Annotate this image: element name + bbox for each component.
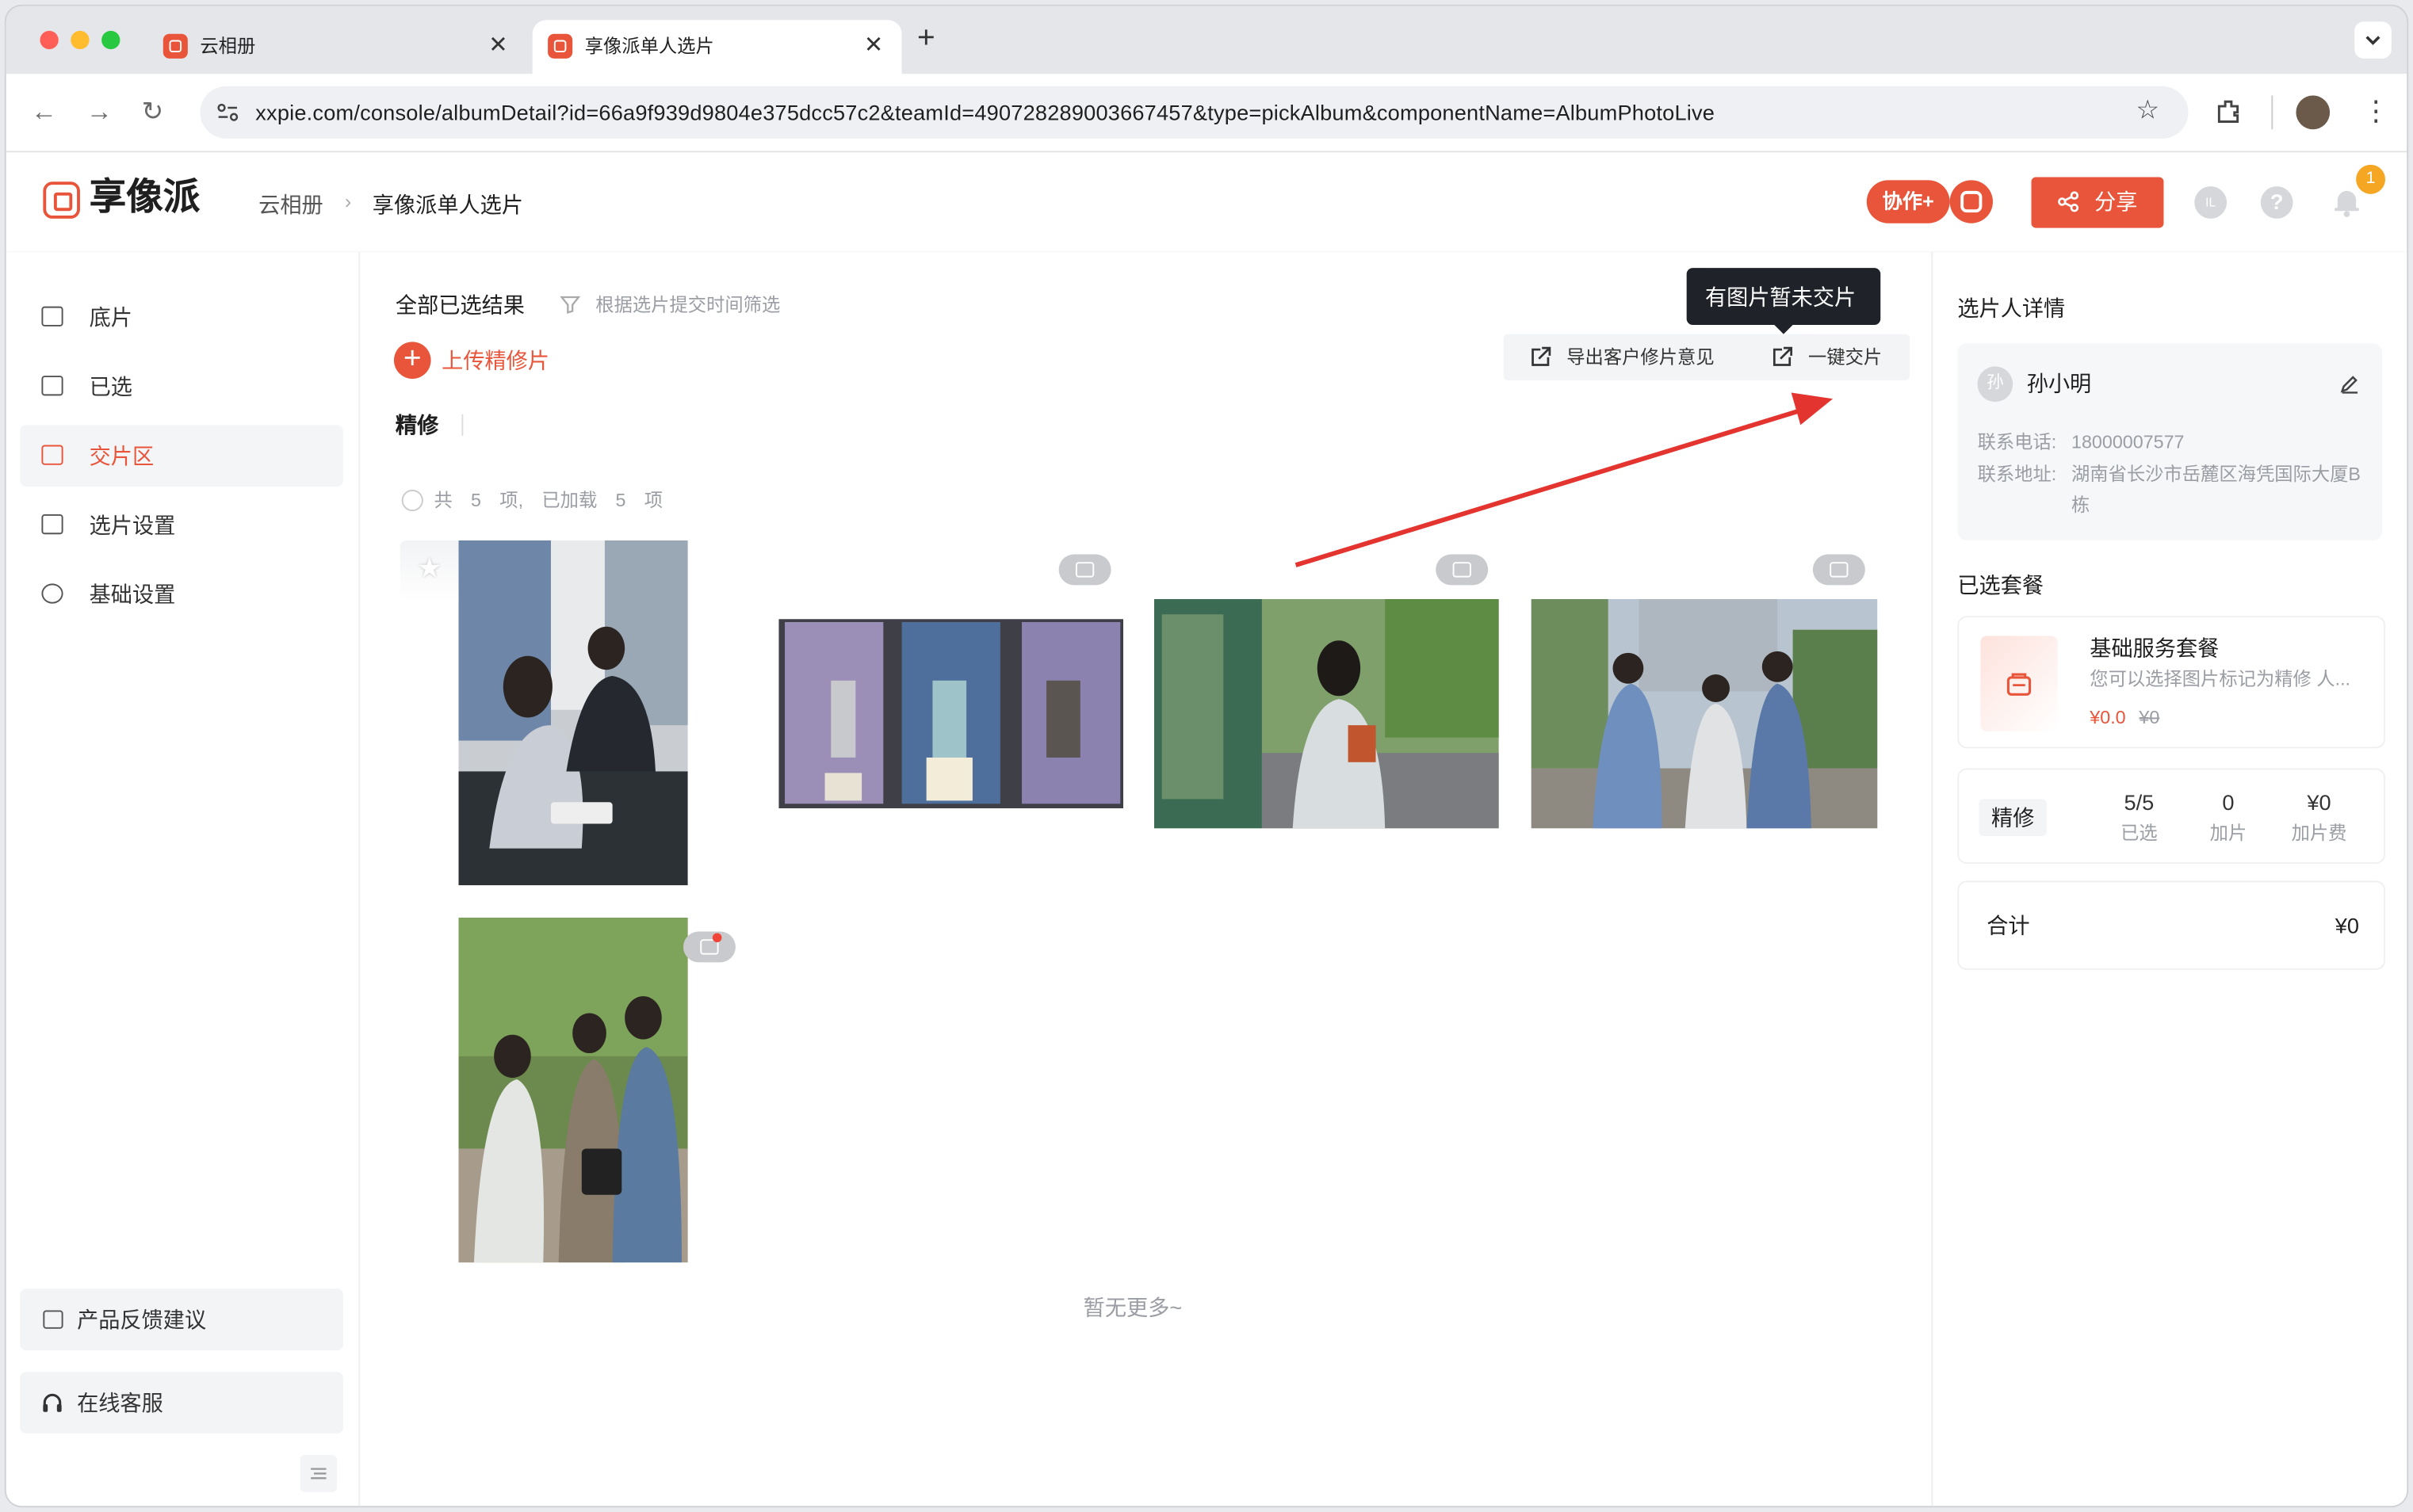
stat-value: ¥0 [2307,789,2331,815]
stat-label: 加片 [2209,822,2247,844]
stat-value: 5/5 [2124,789,2155,815]
stat-extra: 0 加片 [2189,790,2269,844]
package-title: 已选套餐 [1957,572,2044,598]
package-icon [2006,673,2032,696]
address-value: 湖南省长沙市岳麓区海凭国际大厦B栋 [2071,463,2361,516]
edit-icon[interactable] [2339,372,2361,394]
stat-selected: 5/5 已选 [2099,790,2179,844]
detail-panel: 选片人详情 孙 孙小明 联系电话: 18000007577 联系地址: 湖南省长… [1931,252,2407,1506]
package-old-price: ¥0 [2139,706,2160,729]
total-value: ¥0 [2335,913,2360,938]
phone-value: 18000007577 [2071,431,2185,453]
stat-value: 0 [2222,789,2235,815]
customer-name: 孙小明 [2026,371,2092,396]
panel-title: 选片人详情 [1957,296,2066,321]
browser-window: 云相册 ✕ 享像派单人选片 ✕ + ← → ↻ xxpie.com/consol… [6,6,2407,1506]
stats-card: 精修 5/5 已选 0 加片 ¥0 加片费 [1957,768,2386,865]
package-name: 基础服务套餐 [2090,636,2220,661]
stats-tag: 精修 [1979,799,2047,837]
total-label: 合计 [1987,913,2030,938]
phone-label: 联系电话: [1977,431,2057,453]
address-label: 联系地址: [1977,463,2057,486]
screen: 云相册 ✕ 享像派单人选片 ✕ + ← → ↻ xxpie.com/consol… [0,0,2413,1512]
customer-avatar: 孙 [1977,366,2013,403]
customer-card: 孙 孙小明 联系电话: 18000007577 联系地址: 湖南省长沙市岳麓区海… [1957,343,2383,540]
package-thumbnail [1980,636,2058,731]
stat-label: 已选 [2120,822,2158,844]
stat-label: 加片费 [2291,822,2347,844]
stat-extra-fee: ¥0 加片费 [2279,790,2359,844]
package-card[interactable]: 基础服务套餐 您可以选择图片标记为精修 人... ¥0.0 ¥0 [1957,616,2386,749]
total-card: 合计 ¥0 [1957,880,2386,971]
stats-tag-label: 精修 [1991,805,2035,830]
avatar-text: 孙 [1987,374,2004,393]
package-price: ¥0.0 [2090,706,2126,729]
package-desc: 您可以选择图片标记为精修 人... [2090,668,2351,690]
